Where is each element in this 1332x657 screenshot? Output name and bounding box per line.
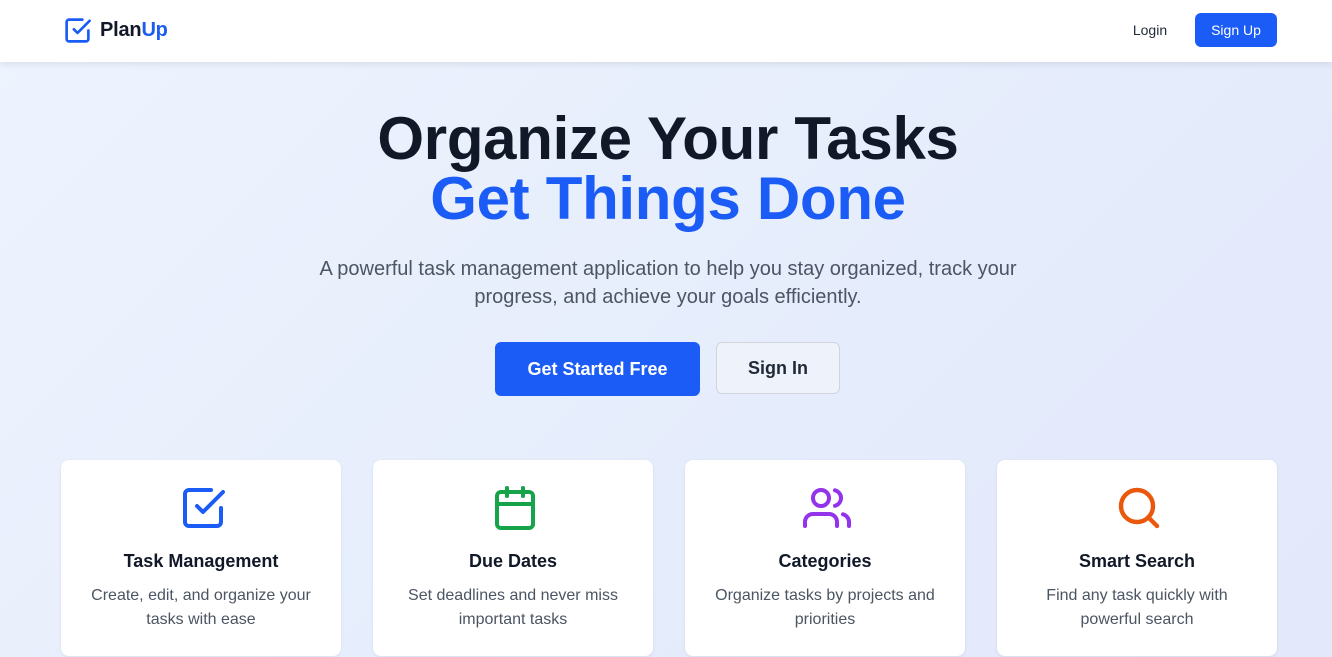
search-icon bbox=[1118, 487, 1160, 529]
feature-description: Set deadlines and never miss important t… bbox=[408, 587, 618, 628]
feature-card-categories: Categories Organize tasks by projects an… bbox=[685, 460, 965, 656]
feature-card-due-dates: Due Dates Set deadlines and never miss i… bbox=[373, 460, 653, 656]
users-icon bbox=[803, 488, 851, 528]
hero-title-line2: Get Things Done bbox=[430, 165, 906, 232]
sign-in-button[interactable]: Sign In bbox=[716, 342, 840, 394]
signup-button[interactable]: Sign Up bbox=[1195, 13, 1277, 47]
top-navbar: PlanUp Login Sign Up bbox=[0, 0, 1332, 62]
feature-card-smart-search: Smart Search Find any task quickly with … bbox=[997, 460, 1277, 656]
feature-title: Due Dates bbox=[468, 551, 558, 571]
feature-description: Find any task quickly with powerful sear… bbox=[1046, 587, 1228, 628]
feature-card-task-management: Task Management Create, edit, and organi… bbox=[61, 460, 341, 656]
feature-description: Organize tasks by projects and prioritie… bbox=[715, 587, 935, 628]
brand-name: PlanUp bbox=[100, 19, 168, 42]
checkbox-check-icon bbox=[65, 18, 91, 43]
brand-name-part2: Up bbox=[141, 19, 168, 41]
feature-title: Categories bbox=[778, 551, 872, 571]
calendar-icon bbox=[495, 486, 535, 530]
feature-title: Task Management bbox=[123, 551, 279, 571]
brand-logo[interactable]: PlanUp bbox=[63, 16, 168, 45]
feature-description: Create, edit, and organize your tasks wi… bbox=[91, 587, 311, 628]
brand-name-part1: Plan bbox=[100, 19, 142, 41]
feature-title: Smart Search bbox=[1078, 551, 1196, 571]
hero-subtitle: A powerful task management application t… bbox=[319, 258, 1017, 308]
checkbox-check-icon bbox=[183, 488, 225, 528]
get-started-button[interactable]: Get Started Free bbox=[495, 342, 700, 396]
hero-title-line1: Organize Your Tasks bbox=[377, 105, 959, 172]
login-link[interactable]: Login bbox=[1118, 13, 1182, 47]
